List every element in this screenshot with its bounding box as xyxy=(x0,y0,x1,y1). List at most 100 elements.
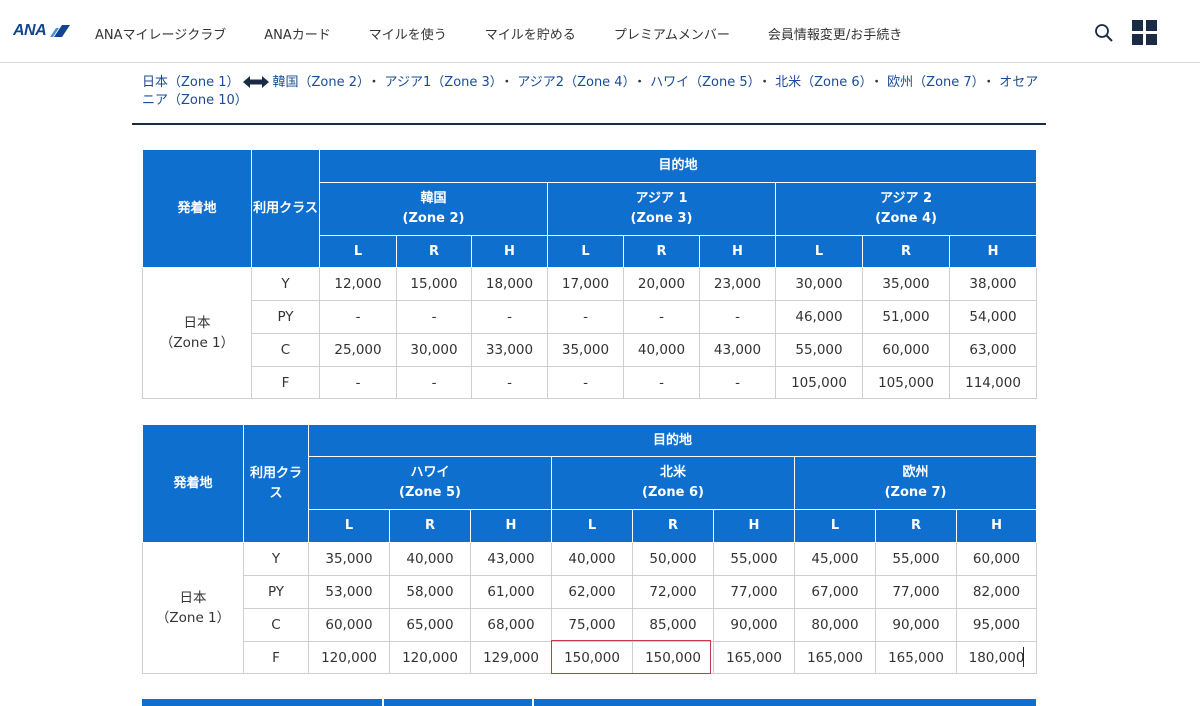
season-header: H xyxy=(470,509,552,543)
zone-link-hawaii[interactable]: ハワイ（Zone 5） xyxy=(650,75,754,90)
nav-item-premium-member[interactable]: プレミアムメンバー xyxy=(614,24,730,43)
miles-cell: 120,000 xyxy=(389,641,471,674)
zone-header: 北米 (Zone 6) xyxy=(551,456,795,510)
nav-item-use-miles[interactable]: マイルを使う xyxy=(369,24,447,43)
zone-name: 韓国 xyxy=(420,191,447,206)
miles-cell: 50,000 xyxy=(632,542,714,576)
search-icon[interactable] xyxy=(1094,23,1114,43)
miles-cell: 90,000 xyxy=(875,608,957,642)
next-table-header xyxy=(384,699,532,706)
separator: ・ xyxy=(870,75,884,90)
miles-cell: 85,000 xyxy=(632,608,714,642)
logo-wing-icon xyxy=(50,25,71,37)
miles-cell: 30,000 xyxy=(775,267,863,301)
miles-cell: 55,000 xyxy=(713,542,795,576)
origin-name: 日本 xyxy=(183,315,211,331)
miles-cell: - xyxy=(699,366,776,399)
zone-code: (Zone 6) xyxy=(642,485,704,500)
next-table-header xyxy=(142,699,382,706)
miles-cell: 33,000 xyxy=(471,333,548,367)
miles-cell: 55,000 xyxy=(875,542,957,576)
miles-cell: 129,000 xyxy=(470,641,552,674)
miles-cell: 15,000 xyxy=(396,267,472,301)
separator: ・ xyxy=(982,75,996,90)
miles-cell: - xyxy=(623,366,700,399)
origin-header: 発着地 xyxy=(142,149,252,268)
zone-link-north-america[interactable]: 北米（Zone 6） xyxy=(775,75,866,90)
destination-header: 目的地 xyxy=(307,424,1038,457)
class-header: 利用クラス xyxy=(251,149,320,268)
zone-header: ハワイ (Zone 5) xyxy=(308,456,552,510)
zone-code: (Zone 3) xyxy=(630,211,693,226)
table-row: C 25,000 30,000 33,000 35,000 40,000 43,… xyxy=(143,333,1038,367)
miles-cell: - xyxy=(396,366,472,399)
zone-code: (Zone 5) xyxy=(399,485,461,500)
section-divider xyxy=(132,123,1046,125)
miles-cell: 105,000 xyxy=(775,366,863,399)
separator: ・ xyxy=(367,75,381,90)
season-header: L xyxy=(794,509,876,543)
class-header: 利用クラス xyxy=(243,424,309,543)
class-cell: Y xyxy=(243,542,309,576)
miles-cell: 53,000 xyxy=(308,575,390,609)
miles-cell: 75,000 xyxy=(551,608,633,642)
miles-cell: 82,000 xyxy=(955,575,1038,609)
miles-cell: 80,000 xyxy=(794,608,876,642)
miles-cell: 35,000 xyxy=(862,267,950,301)
zone-link-asia1[interactable]: アジア1（Zone 3） xyxy=(385,75,497,90)
season-header: L xyxy=(308,509,390,543)
nav-item-member-info[interactable]: 会員情報変更/お手続き xyxy=(768,24,902,43)
miles-cell: 54,000 xyxy=(948,300,1038,334)
nav-item-ana-card[interactable]: ANAカード xyxy=(264,24,331,43)
season-header: R xyxy=(862,235,950,268)
nav-item-earn-miles[interactable]: マイルを貯める xyxy=(485,24,576,43)
miles-cell: 150,000 xyxy=(632,641,714,674)
miles-cell: 68,000 xyxy=(470,608,552,642)
miles-cell: 46,000 xyxy=(775,300,863,334)
miles-cell: - xyxy=(547,300,624,334)
main-nav: ANAマイレージクラブ ANAカード マイルを使う マイルを貯める プレミアムメ… xyxy=(95,24,902,43)
miles-cell: 63,000 xyxy=(948,333,1038,367)
award-chart-table-asia: 発着地 利用クラス 目的地 韓国 (Zone 2) アジア 1 (Zone 3) ア… xyxy=(142,149,1038,399)
logo-text: ANA xyxy=(13,22,47,39)
double-arrow-icon xyxy=(242,76,269,88)
zone-name: 北米 xyxy=(659,465,686,480)
origin-zone: （Zone 1） xyxy=(155,610,231,626)
zone-header: アジア 1 (Zone 3) xyxy=(547,182,776,236)
miles-cell: 150,000 xyxy=(551,641,633,674)
zone-name: 欧州 xyxy=(902,465,929,480)
zone-header: 欧州 (Zone 7) xyxy=(793,456,1038,510)
season-header: L xyxy=(551,509,633,543)
table-row: F - - - - - - 105,000 105,000 114,000 xyxy=(143,366,1038,399)
class-cell: PY xyxy=(243,575,309,609)
zone-header: 韓国 (Zone 2) xyxy=(319,182,548,236)
miles-cell: 180,000 xyxy=(955,641,1038,674)
separator: ・ xyxy=(500,75,514,90)
zone-link-korea[interactable]: 韓国（Zone 2） xyxy=(273,75,364,90)
miles-cell: - xyxy=(471,300,548,334)
zone-link-list: 日本（Zone 1） 韓国（Zone 2）・アジア1（Zone 3）・アジア2（Z… xyxy=(142,74,1042,110)
zone-name: アジア 1 xyxy=(635,191,688,206)
miles-cell: 30,000 xyxy=(396,333,472,367)
app-grid-icon[interactable] xyxy=(1132,20,1157,45)
ana-logo[interactable]: ANA xyxy=(13,22,71,40)
miles-cell: 18,000 xyxy=(471,267,548,301)
miles-cell: 165,000 xyxy=(794,641,876,674)
zone-link-europe[interactable]: 欧州（Zone 7） xyxy=(887,75,978,90)
origin-zone-label: 日本（Zone 1） xyxy=(142,75,240,90)
class-cell: Y xyxy=(251,267,320,301)
site-header: ANA ANAマイレージクラブ ANAカード マイルを使う マイルを貯める プレ… xyxy=(0,0,1200,63)
miles-cell: 40,000 xyxy=(389,542,471,576)
miles-cell: 165,000 xyxy=(875,641,957,674)
season-header: L xyxy=(319,235,397,268)
separator: ・ xyxy=(758,75,772,90)
miles-cell: 58,000 xyxy=(389,575,471,609)
miles-cell: - xyxy=(396,300,472,334)
miles-cell: - xyxy=(547,366,624,399)
zone-link-asia2[interactable]: アジア2（Zone 4） xyxy=(517,75,629,90)
miles-cell: 120,000 xyxy=(308,641,390,674)
miles-cell: 20,000 xyxy=(623,267,700,301)
destination-header: 目的地 xyxy=(318,149,1038,183)
miles-cell: - xyxy=(319,300,397,334)
nav-item-mileage-club[interactable]: ANAマイレージクラブ xyxy=(95,24,226,43)
